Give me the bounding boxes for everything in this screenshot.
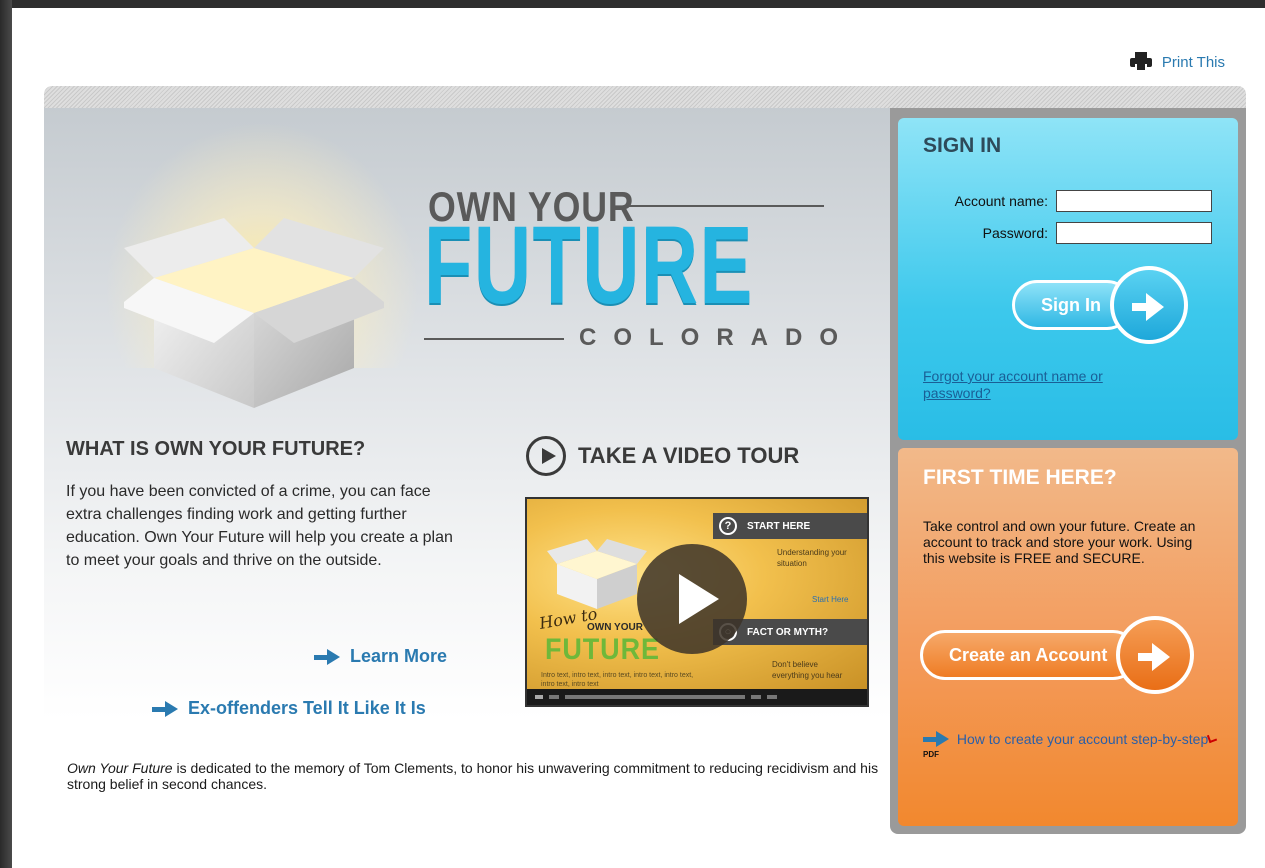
first-time-title: FIRST TIME HERE? bbox=[923, 466, 1117, 489]
video-panel1-label: START HERE bbox=[747, 520, 811, 532]
ex-offenders-label[interactable]: Ex-offenders Tell It Like It Is bbox=[188, 698, 426, 719]
video-thumbnail: ? START HERE Understanding your situatio… bbox=[527, 499, 867, 689]
video-tour-heading: TAKE A VIDEO TOUR bbox=[526, 436, 799, 476]
logo-rule-bottom bbox=[424, 338, 564, 340]
play-circle-icon bbox=[526, 436, 566, 476]
video-panel1-link: Start Here bbox=[812, 595, 849, 604]
page: Print This OWN YOUR FUTURE COLORADO WHAT… bbox=[12, 8, 1265, 868]
dedication-rest: is dedicated to the memory of Tom Clemen… bbox=[67, 760, 879, 792]
what-is-body: If you have been convicted of a crime, y… bbox=[66, 483, 453, 569]
account-name-input[interactable] bbox=[1056, 190, 1212, 212]
dedication-italic: Own Your Future bbox=[67, 760, 173, 776]
password-label: Password: bbox=[982, 225, 1048, 241]
forgot-account-link[interactable]: Forgot your account name or password? bbox=[923, 368, 1163, 402]
video-future: FUTURE bbox=[545, 633, 660, 666]
ex-offenders-link[interactable]: Ex-offenders Tell It Like It Is bbox=[152, 698, 426, 719]
video-play-control[interactable] bbox=[535, 695, 543, 699]
create-account-button-label[interactable]: Create an Account bbox=[920, 630, 1139, 680]
video-settings-control[interactable] bbox=[751, 695, 761, 699]
hero-panel: OWN YOUR FUTURE COLORADO WHAT IS OWN YOU… bbox=[44, 108, 890, 720]
sign-in-arrow-icon[interactable] bbox=[1110, 266, 1188, 344]
own-your-future-logo: OWN YOUR FUTURE COLORADO bbox=[424, 183, 844, 363]
logo-future: FUTURE bbox=[424, 204, 754, 327]
dedication-text: Own Your Future is dedicated to the memo… bbox=[67, 760, 887, 792]
video-start-here-panel: ? START HERE bbox=[713, 513, 867, 539]
pdf-icon bbox=[1207, 732, 1218, 744]
video-volume-control[interactable] bbox=[549, 695, 559, 699]
open-box-icon bbox=[124, 218, 384, 408]
window-frame-left bbox=[0, 0, 12, 868]
learn-more-label[interactable]: Learn More bbox=[350, 646, 447, 667]
first-time-panel: FIRST TIME HERE? Take control and own yo… bbox=[898, 448, 1238, 826]
account-name-label: Account name: bbox=[954, 193, 1048, 209]
pdf-label: PDF bbox=[923, 750, 939, 759]
video-intro-text: Intro text, intro text, intro text, intr… bbox=[541, 672, 694, 688]
video-fullscreen-control[interactable] bbox=[767, 695, 777, 699]
print-this-label[interactable]: Print This bbox=[1162, 54, 1225, 71]
what-is-title: WHAT IS OWN YOUR FUTURE? bbox=[66, 438, 366, 460]
sidebar: SIGN IN Account name: Password: Sign In … bbox=[890, 108, 1246, 834]
video-player[interactable]: ? START HERE Understanding your situatio… bbox=[525, 497, 869, 707]
video-tour-title: TAKE A VIDEO TOUR bbox=[578, 443, 800, 468]
video-play-button[interactable] bbox=[637, 544, 747, 654]
arrow-right-icon bbox=[923, 730, 953, 747]
learn-more-link[interactable]: Learn More bbox=[314, 646, 447, 667]
how-to-create-account-link[interactable]: How to create your account step-by-step P… bbox=[923, 730, 1223, 766]
printer-icon bbox=[1129, 52, 1152, 72]
sign-in-panel: SIGN IN Account name: Password: Sign In … bbox=[898, 118, 1238, 440]
print-this-link[interactable]: Print This bbox=[1129, 52, 1225, 72]
video-own-your: OWN YOUR bbox=[587, 622, 643, 633]
create-account-button[interactable]: Create an Account bbox=[920, 616, 1195, 694]
arrow-right-icon bbox=[314, 648, 342, 666]
first-time-body: Take control and own your future. Create… bbox=[923, 518, 1196, 566]
sign-in-title: SIGN IN bbox=[923, 134, 1002, 157]
video-controls[interactable] bbox=[527, 689, 867, 705]
how-to-label[interactable]: How to create your account step-by-step bbox=[957, 731, 1208, 747]
video-panel1-text: Understanding your situation bbox=[777, 548, 847, 568]
password-input[interactable] bbox=[1056, 222, 1212, 244]
video-box-icon bbox=[547, 539, 647, 609]
video-panel2-label: FACT OR MYTH? bbox=[747, 626, 829, 638]
account-name-row: Account name: bbox=[928, 190, 1212, 212]
password-row: Password: bbox=[928, 222, 1212, 244]
sign-in-button[interactable]: Sign In bbox=[1012, 266, 1188, 344]
arrow-right-icon bbox=[152, 700, 180, 718]
video-panel2-text: Don't believe everything you hear bbox=[772, 660, 843, 680]
video-progress-bar[interactable] bbox=[565, 695, 745, 699]
logo-colorado: COLORADO bbox=[579, 324, 855, 351]
create-account-arrow-icon[interactable] bbox=[1116, 616, 1195, 694]
question-icon: ? bbox=[719, 517, 737, 535]
